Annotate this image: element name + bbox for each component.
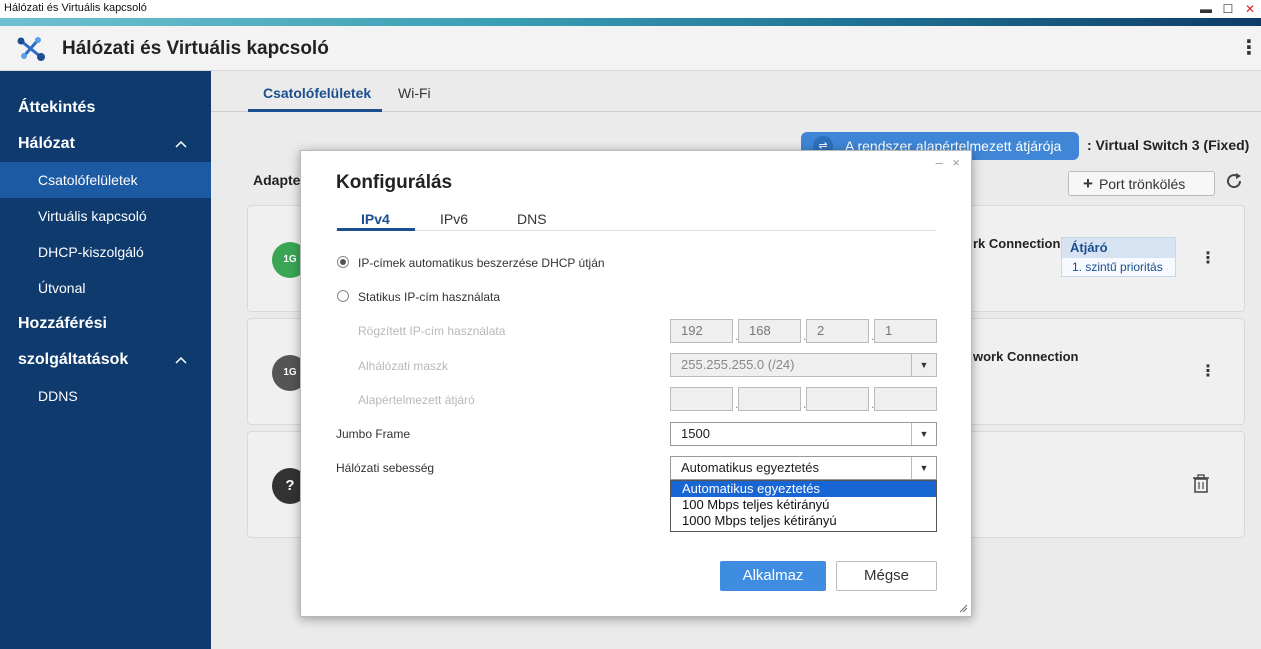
gateway-badge-label: Átjáró xyxy=(1062,238,1175,258)
network-speed-select[interactable]: Automatikus egyeztetés ▼ xyxy=(670,456,937,480)
app-title: Hálózati és Virtuális kapcsoló xyxy=(62,38,329,59)
trash-icon[interactable] xyxy=(1192,474,1210,494)
chevron-down-icon: ▼ xyxy=(911,457,936,479)
refresh-icon[interactable] xyxy=(1224,171,1244,191)
jumbo-frame-label: Jumbo Frame xyxy=(336,427,411,441)
tabs-divider xyxy=(336,230,936,231)
configure-dialog: – × Konfigurálás IPv4 IPv6 DNS IP-címek … xyxy=(300,150,972,617)
os-titlebar: Hálózati és Virtuális kapcsoló ▬ ☐ ✕ xyxy=(0,0,1261,20)
gateway-badge: Átjáró 1. szintű prioritás xyxy=(1061,237,1176,277)
fixed-ip-octet-2[interactable]: 168 xyxy=(738,319,801,343)
tab-interfaces[interactable]: Csatolófelületek xyxy=(263,85,371,101)
speed-option-1000[interactable]: 1000 Mbps teljes kétirányú xyxy=(671,513,936,529)
adapter-connection-name: rk Connection xyxy=(973,236,1061,251)
chevron-down-icon: ▼ xyxy=(911,423,936,445)
active-tab-indicator xyxy=(248,109,382,112)
sidebar-item-interfaces[interactable]: Csatolófelületek xyxy=(0,162,211,198)
gateway-octet-3[interactable] xyxy=(806,387,869,411)
jumbo-frame-select[interactable]: 1500 ▼ xyxy=(670,422,937,446)
port-trunking-button[interactable]: + Port trönkölés xyxy=(1068,171,1215,196)
adapter-connection-name: work Connection xyxy=(973,349,1079,364)
os-window-controls: ▬ ☐ ✕ xyxy=(1195,0,1261,18)
fixed-ip-octet-4[interactable]: 1 xyxy=(874,319,937,343)
speed-option-100[interactable]: 100 Mbps teljes kétirányú xyxy=(671,497,936,513)
sidebar: Áttekintés Hálózat Csatolófelületek Virt… xyxy=(0,71,211,649)
dialog-title: Konfigurálás xyxy=(336,172,453,193)
tab-dns[interactable]: DNS xyxy=(517,211,547,227)
dhcp-radio[interactable] xyxy=(337,256,349,268)
priority-badge-label: 1. szintű prioritás xyxy=(1072,260,1163,274)
sidebar-section-access-line2[interactable]: szolgáltatások xyxy=(18,351,128,369)
network-speed-value: Automatikus egyeztetés xyxy=(681,460,820,475)
sidebar-item-dhcp-server[interactable]: DHCP-kiszolgáló xyxy=(0,234,211,270)
sidebar-section-network[interactable]: Hálózat xyxy=(18,135,75,153)
dhcp-radio-label[interactable]: IP-címek automatikus beszerzése DHCP útj… xyxy=(358,256,605,270)
subnet-mask-label: Alhálózati maszk xyxy=(358,359,449,373)
app-header: Hálózati és Virtuális kapcsoló ⋮ xyxy=(0,26,1261,71)
card-more-icon[interactable]: ⋮ xyxy=(1200,251,1216,267)
chevron-down-icon: ▼ xyxy=(911,354,936,376)
close-icon[interactable]: ✕ xyxy=(1239,1,1261,17)
default-gateway-value: : Virtual Switch 3 (Fixed) xyxy=(1087,137,1250,153)
subnet-mask-select[interactable]: 255.255.255.0 (/24) ▼ xyxy=(670,353,937,377)
static-ip-radio[interactable] xyxy=(337,290,349,302)
port-trunking-label: Port trönkölés xyxy=(1098,176,1186,192)
main-tabs: Csatolófelületek Wi-Fi xyxy=(211,71,1261,112)
fixed-ip-octet-3[interactable]: 2 xyxy=(806,319,869,343)
gateway-octet-4[interactable] xyxy=(874,387,937,411)
speed-option-auto[interactable]: Automatikus egyeztetés xyxy=(671,481,936,497)
chevron-up-icon[interactable] xyxy=(175,353,187,367)
gateway-octet-2[interactable] xyxy=(738,387,801,411)
sidebar-item-overview[interactable]: Áttekintés xyxy=(18,99,95,117)
os-accent-strip xyxy=(0,18,1261,26)
dialog-window-controls[interactable]: – × xyxy=(936,155,963,170)
network-switch-logo-icon xyxy=(17,37,45,61)
active-tab-indicator xyxy=(337,228,415,231)
gateway-octet-1[interactable] xyxy=(670,387,733,411)
network-speed-dropdown: Automatikus egyeztetés 100 Mbps teljes k… xyxy=(670,480,937,532)
sidebar-section-access-line1[interactable]: Hozzáférési xyxy=(18,315,107,333)
os-window-title: Hálózati és Virtuális kapcsoló xyxy=(4,2,147,14)
network-speed-label: Hálózati sebesség xyxy=(336,461,435,475)
maximize-icon[interactable]: ☐ xyxy=(1217,1,1239,17)
sidebar-item-virtual-switch[interactable]: Virtuális kapcsoló xyxy=(0,198,211,234)
minimize-icon[interactable]: ▬ xyxy=(1195,1,1217,17)
more-options-icon[interactable]: ⋮ xyxy=(1239,38,1259,58)
sidebar-item-routing[interactable]: Útvonal xyxy=(0,270,211,306)
jumbo-frame-value: 1500 xyxy=(681,426,710,441)
card-more-icon[interactable]: ⋮ xyxy=(1200,364,1216,380)
apply-button[interactable]: Alkalmaz xyxy=(720,561,826,591)
tab-ipv4[interactable]: IPv4 xyxy=(361,211,390,227)
default-gateway-field-label: Alapértelmezett átjáró xyxy=(358,393,475,407)
chevron-up-icon[interactable] xyxy=(175,137,187,151)
resize-grip-icon[interactable] xyxy=(958,603,968,613)
adapter-label: Adapte xyxy=(253,172,301,188)
sidebar-item-ddns[interactable]: DDNS xyxy=(0,378,211,414)
static-ip-radio-label[interactable]: Statikus IP-cím használata xyxy=(358,290,500,304)
cancel-button[interactable]: Mégse xyxy=(836,561,937,591)
plus-icon: + xyxy=(1083,174,1093,193)
tab-wifi[interactable]: Wi-Fi xyxy=(398,85,431,101)
subnet-mask-value: 255.255.255.0 (/24) xyxy=(681,357,795,372)
tab-ipv6[interactable]: IPv6 xyxy=(440,211,468,227)
fixed-ip-octet-1[interactable]: 192 xyxy=(670,319,733,343)
fixed-ip-label: Rögzített IP-cím használata xyxy=(358,324,506,338)
